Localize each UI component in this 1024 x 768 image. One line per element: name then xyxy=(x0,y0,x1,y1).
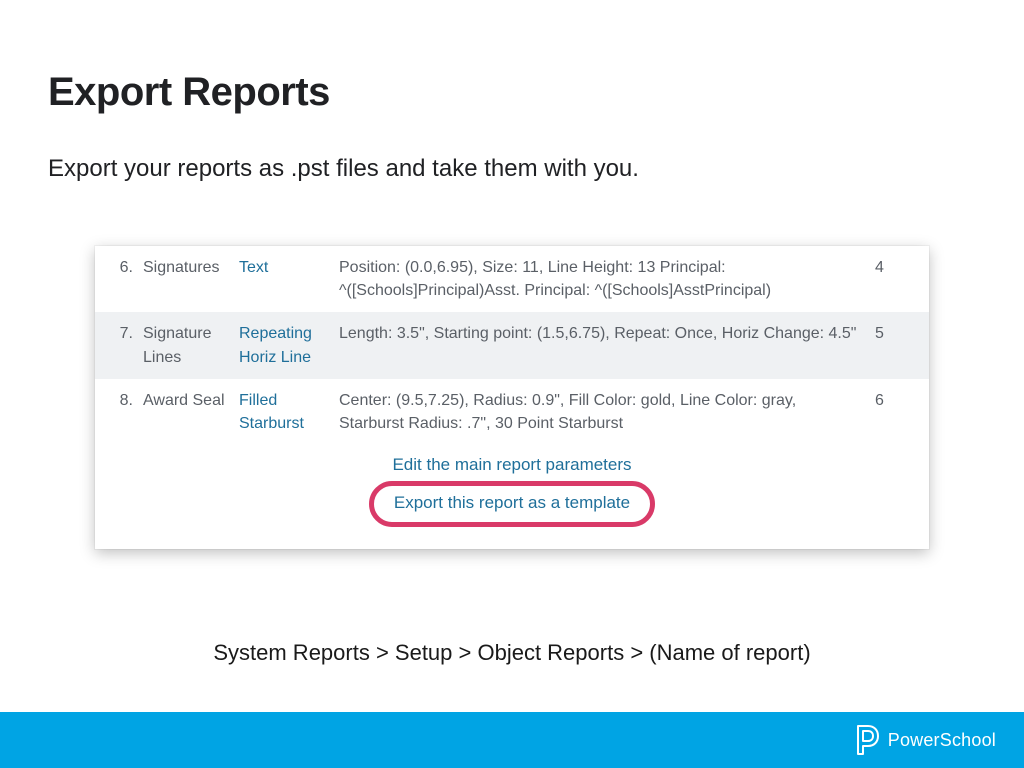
brand-label: PowerSchool xyxy=(888,730,996,751)
breadcrumb: System Reports > Setup > Object Reports … xyxy=(0,640,1024,666)
table-row: 7. Signature Lines Repeating Horiz Line … xyxy=(95,312,929,378)
slide: Export Reports Export your reports as .p… xyxy=(0,0,1024,768)
row-last: 6 xyxy=(875,389,915,412)
row-last: 4 xyxy=(875,256,915,279)
row-number: 6. xyxy=(109,256,137,279)
row-number: 7. xyxy=(109,322,137,345)
row-name: Award Seal xyxy=(137,389,239,412)
brand: PowerSchool xyxy=(854,725,996,755)
row-type: Filled Starburst xyxy=(239,389,339,435)
row-last: 5 xyxy=(875,322,915,345)
edit-parameters-link[interactable]: Edit the main report parameters xyxy=(392,455,631,475)
table-row: 8. Award Seal Filled Starburst Center: (… xyxy=(95,379,929,445)
export-template-link[interactable]: Export this report as a template xyxy=(394,493,630,513)
footer-bar: PowerSchool xyxy=(0,712,1024,768)
page-subtitle: Export your reports as .pst files and ta… xyxy=(48,155,639,183)
row-desc: Center: (9.5,7.25), Radius: 0.9", Fill C… xyxy=(339,389,875,435)
row-desc: Position: (0.0,6.95), Size: 11, Line Hei… xyxy=(339,256,875,302)
row-name: Signatures xyxy=(137,256,239,279)
row-type: Text xyxy=(239,256,339,279)
export-highlight: Export this report as a template xyxy=(369,481,655,527)
row-desc: Length: 3.5", Starting point: (1.5,6.75)… xyxy=(339,322,875,345)
table-row: 6. Signatures Text Position: (0.0,6.95),… xyxy=(95,246,929,312)
page-title: Export Reports xyxy=(48,70,330,115)
powerschool-icon xyxy=(854,725,880,755)
actions-area: Edit the main report parameters Export t… xyxy=(95,445,929,549)
row-type-link[interactable]: Text xyxy=(239,259,268,276)
report-panel: 6. Signatures Text Position: (0.0,6.95),… xyxy=(95,246,929,549)
row-type: Repeating Horiz Line xyxy=(239,322,339,368)
row-number: 8. xyxy=(109,389,137,412)
row-type-link[interactable]: Filled Starburst xyxy=(239,392,304,432)
row-type-link[interactable]: Repeating Horiz Line xyxy=(239,325,312,365)
row-name: Signature Lines xyxy=(137,322,239,368)
